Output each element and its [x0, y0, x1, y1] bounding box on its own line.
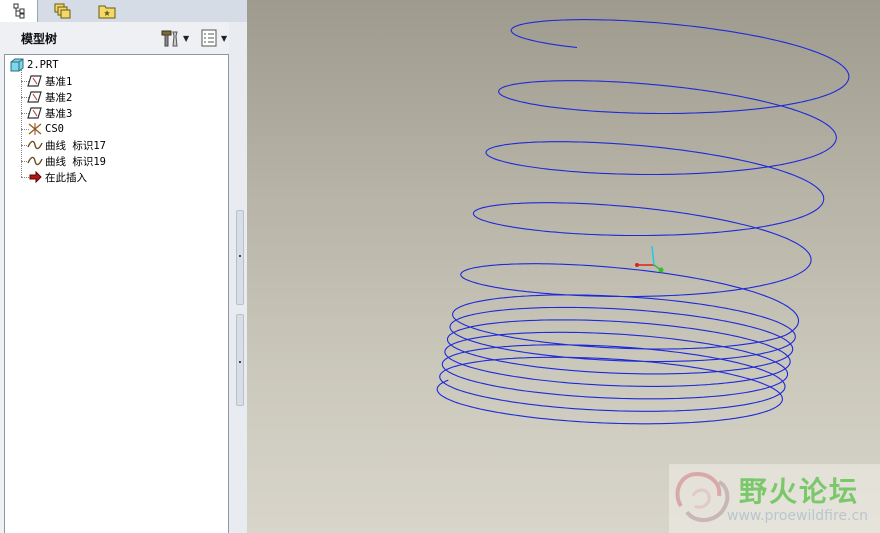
insert-here-arrow-icon	[29, 170, 42, 184]
tree-item-curve-17[interactable]: 曲线 标识17	[27, 137, 106, 153]
grip-dot	[239, 255, 241, 257]
graphics-viewport[interactable]: 野火论坛 www.proewildfire.cn	[247, 0, 880, 533]
tree-settings-button[interactable]: ▼	[160, 28, 194, 48]
tree-item-root-part[interactable]: 2.PRT	[9, 57, 59, 73]
splitter-grip[interactable]	[236, 210, 244, 305]
watermark-url: www.proewildfire.cn	[727, 508, 869, 524]
tree-item-datum-2[interactable]: 基准2	[27, 89, 72, 105]
splitter-grip[interactable]	[236, 314, 244, 406]
datum-plane-icon	[27, 75, 42, 87]
datum-plane-icon	[27, 107, 42, 119]
model-tree[interactable]: 2.PRT 基准1 基准2 基准3 CS0 曲线 标识17 曲线 标识19 在此…	[4, 54, 229, 533]
tree-item-curve-19[interactable]: 曲线 标识19	[27, 153, 106, 169]
forum-logo-icon	[675, 471, 730, 522]
navigator-panel: 模型树 ▼ ▼ 2.PRT 基准1 基准2 基准3 CS0 曲线 标识17 曲线…	[0, 0, 247, 533]
tree-columns-icon	[201, 29, 217, 47]
helix-curve	[436, 19, 850, 425]
navigator-tab-strip	[0, 0, 247, 22]
panel-splitter[interactable]	[229, 22, 247, 533]
tree-item-label: 曲线 标识19	[45, 155, 106, 168]
coordinate-system-icon	[28, 123, 42, 135]
model-tree-header: 模型树 ▼ ▼	[4, 24, 236, 52]
tab-layers[interactable]	[44, 0, 82, 22]
chevron-down-icon: ▼	[183, 33, 190, 43]
tree-item-label: 基准3	[45, 107, 73, 120]
curve-icon	[27, 140, 43, 150]
part-icon	[10, 58, 24, 72]
curve-icon	[27, 156, 43, 166]
grip-dot	[239, 361, 241, 363]
tab-model-tree[interactable]	[0, 0, 38, 22]
tree-item-datum-1[interactable]: 基准1	[27, 73, 72, 89]
tree-item-label: 2.PRT	[27, 59, 59, 71]
tree-item-label: 基准1	[45, 75, 73, 88]
model-tree-icon	[13, 3, 24, 19]
watermark: 野火论坛 www.proewildfire.cn	[669, 464, 880, 533]
tree-item-coordinate-system[interactable]: CS0	[27, 121, 64, 137]
tree-item-label: 基准2	[45, 91, 73, 104]
tree-item-label: 曲线 标识17	[45, 139, 106, 152]
tree-item-label: 在此插入	[45, 171, 87, 184]
tree-item-label: CS0	[45, 123, 64, 135]
coordinate-triad-icon	[635, 245, 664, 273]
favorites-folder-icon	[98, 5, 116, 19]
watermark-title: 野火论坛	[739, 475, 860, 508]
helix-path	[436, 19, 850, 425]
chevron-down-icon: ▼	[221, 33, 228, 43]
tree-item-insert-here[interactable]: 在此插入	[27, 169, 87, 185]
model-tree-title: 模型树	[21, 32, 58, 46]
datum-plane-icon	[27, 91, 42, 103]
tree-item-datum-3[interactable]: 基准3	[27, 105, 72, 121]
layers-icon	[54, 3, 71, 19]
tab-favorites[interactable]	[88, 0, 126, 22]
tree-settings-icon	[161, 30, 178, 47]
